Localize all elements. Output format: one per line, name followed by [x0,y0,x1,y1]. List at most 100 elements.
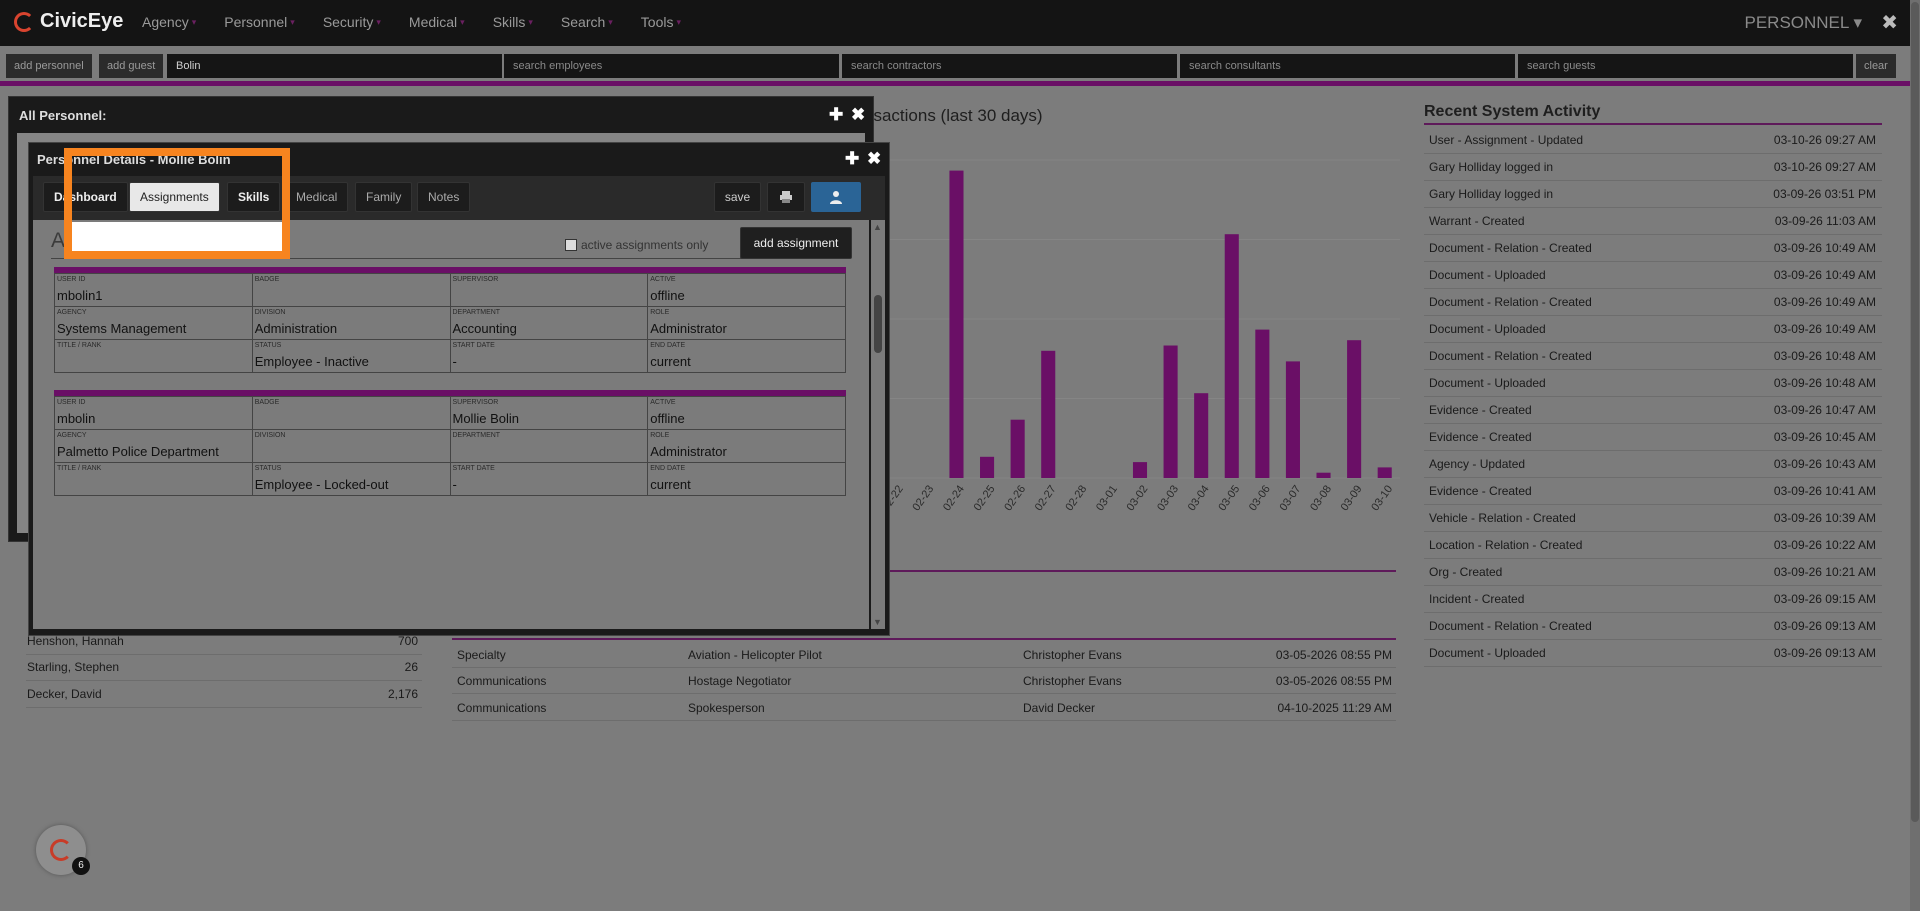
activity-row[interactable]: Gary Holliday logged in 03-09-26 03:51 PM [1424,180,1882,208]
search-contractors-input[interactable]: search contractors [842,54,1177,78]
field-status[interactable]: STATUS Employee - Inactive [252,340,451,373]
field-user-id[interactable]: USER ID mbolin [55,397,253,430]
tab-medical[interactable]: Medical [285,182,349,212]
menu-search[interactable]: Search ▾ [561,14,613,30]
print-button[interactable] [767,182,805,212]
table-row[interactable]: Specialty Aviation - Helicopter Pilot Chri… [452,641,1396,668]
bar-03-04[interactable] [1194,393,1209,478]
plus-icon[interactable]: ✚ [845,149,859,169]
bar-02-26[interactable] [1010,419,1025,478]
field-role[interactable]: ROLE Administrator [648,307,846,340]
field-active[interactable]: ACTIVE offline [648,274,846,307]
field-agency[interactable]: AGENCY Systems Management [55,307,253,340]
field-value: Systems Management [57,321,187,336]
field-division[interactable]: DIVISION Administration [252,307,451,340]
add-guest-button[interactable]: add guest [99,54,164,78]
activity-row[interactable]: Document - Uploaded 03-09-26 10:49 AM [1424,261,1882,289]
activity-row[interactable]: Document - Uploaded 03-09-26 10:49 AM [1424,315,1882,343]
bar-03-10[interactable] [1377,467,1392,478]
table-row[interactable]: Communications Spokesperson David Decker 04… [452,694,1396,721]
menu-skills[interactable]: Skills ▾ [493,14,533,30]
activity-row[interactable]: Location - Relation - Created 03-09-26 10… [1424,531,1882,559]
vertical-scrollbar[interactable]: ▲ ▼ [871,220,885,629]
field-badge[interactable]: BADGE [252,274,451,307]
personnel-search-input[interactable]: Bolin [167,54,502,78]
field-supervisor[interactable]: SUPERVISOR Mollie Bolin [450,397,649,430]
table-row[interactable]: Communications Hostage Negotiator Christop… [452,667,1396,694]
field-department[interactable]: DEPARTMENT [450,430,649,463]
field-division[interactable]: DIVISION [252,430,451,463]
activity-row[interactable]: Gary Holliday logged in 03-10-26 09:27 AM [1424,153,1882,181]
activity-row[interactable]: Document - Relation - Created 03-09-26 10… [1424,288,1882,316]
menu-personnel[interactable]: Personnel ▾ [224,14,295,30]
activity-row[interactable]: Document - Relation - Created 03-09-26 10… [1424,342,1882,370]
activity-row[interactable]: Evidence - Created 03-09-26 10:47 AM [1424,396,1882,424]
field-status[interactable]: STATUS Employee - Locked-out [252,463,451,496]
activity-row[interactable]: Agency - Updated 03-09-26 10:43 AM [1424,450,1882,478]
menu-tools[interactable]: Tools ▾ [641,14,681,30]
bar-03-02[interactable] [1132,462,1148,478]
menu-medical[interactable]: Medical ▾ [409,14,465,30]
search-consultants-input[interactable]: search consultants [1180,54,1515,78]
activity-row[interactable]: User - Assignment - Updated 03-10-26 09:2… [1424,126,1882,154]
field-badge[interactable]: BADGE [252,397,451,430]
activity-row[interactable]: Org - Created 03-09-26 10:21 AM [1424,558,1882,586]
bar-02-25[interactable] [980,456,995,478]
activity-row[interactable]: Vehicle - Relation - Created 03-09-26 10:… [1424,504,1882,532]
field-title-rank[interactable]: TITLE / RANK [55,340,253,373]
close-icon[interactable]: ✖ [851,105,865,125]
save-button[interactable]: save [714,182,761,212]
close-icon[interactable]: ✖ [867,149,881,169]
bar-02-24[interactable] [949,170,964,478]
tab-family[interactable]: Family [355,182,413,212]
field-supervisor[interactable]: SUPERVISOR [450,274,649,307]
search-employees-input[interactable]: search employees [504,54,839,78]
search-guests-input[interactable]: search guests [1518,54,1853,78]
tab-notes[interactable]: Notes [417,182,471,212]
field-end-date[interactable]: END DATE current [648,463,846,496]
section-dropdown[interactable]: PERSONNEL ▾ [1744,13,1862,33]
bar-02-27[interactable] [1041,350,1056,478]
activity-row[interactable]: Evidence - Created 03-09-26 10:45 AM [1424,423,1882,451]
bar-03-03[interactable] [1163,345,1178,479]
activity-row[interactable]: Document - Relation - Created 03-09-26 09… [1424,612,1882,640]
menu-agency[interactable]: Agency ▾ [142,14,196,30]
activity-row[interactable]: Document - Relation - Created 03-09-26 10… [1424,234,1882,262]
field-user-id[interactable]: USER ID mbolin1 [55,274,253,307]
field-start-date[interactable]: START DATE - [450,463,649,496]
brand-logo[interactable]: CivicEye [14,10,123,33]
user-profile-button[interactable] [811,182,861,212]
field-department[interactable]: DEPARTMENT Accounting [450,307,649,340]
bar-03-07[interactable] [1285,361,1300,478]
activity-row[interactable]: Warrant - Created 03-09-26 11:03 AM [1424,207,1882,235]
activity-row[interactable]: Evidence - Created 03-09-26 10:41 AM [1424,477,1882,505]
scroll-up-icon[interactable]: ▲ [873,222,882,232]
list-item[interactable]: Decker, David 2,176 [26,681,422,708]
menu-security[interactable]: Security ▾ [323,14,381,30]
active-only-checkbox[interactable]: active assignments only [565,238,708,252]
scroll-thumb[interactable] [874,295,882,353]
field-role[interactable]: ROLE Administrator [648,430,846,463]
scroll-thumb[interactable] [1911,2,1919,822]
bar-03-05[interactable] [1224,234,1239,478]
activity-row[interactable]: Document - Uploaded 03-09-26 09:13 AM [1424,639,1882,667]
activity-row[interactable]: Incident - Created 03-09-26 09:15 AM [1424,585,1882,613]
add-assignment-button[interactable]: add assignment [740,227,852,259]
field-end-date[interactable]: END DATE current [648,340,846,373]
plus-icon[interactable]: ✚ [829,105,843,125]
skill-date: 04-10-2025 11:29 AM [1277,701,1392,715]
field-title-rank[interactable]: TITLE / RANK [55,463,253,496]
field-start-date[interactable]: START DATE - [450,340,649,373]
add-personnel-button[interactable]: add personnel [6,54,92,78]
bar-03-08[interactable] [1316,472,1331,478]
field-active[interactable]: ACTIVE offline [648,397,846,430]
list-item[interactable]: Starling, Stephen 26 [26,654,422,681]
bar-03-09[interactable] [1347,340,1362,478]
clear-button[interactable]: clear [1856,54,1896,78]
field-agency[interactable]: AGENCY Palmetto Police Department [55,430,253,463]
close-icon[interactable]: ✖ [1881,10,1898,35]
activity-row[interactable]: Document - Uploaded 03-09-26 10:48 AM [1424,369,1882,397]
bar-03-06[interactable] [1255,329,1270,478]
page-scrollbar[interactable] [1910,0,1920,911]
scroll-down-icon[interactable]: ▼ [873,617,882,627]
